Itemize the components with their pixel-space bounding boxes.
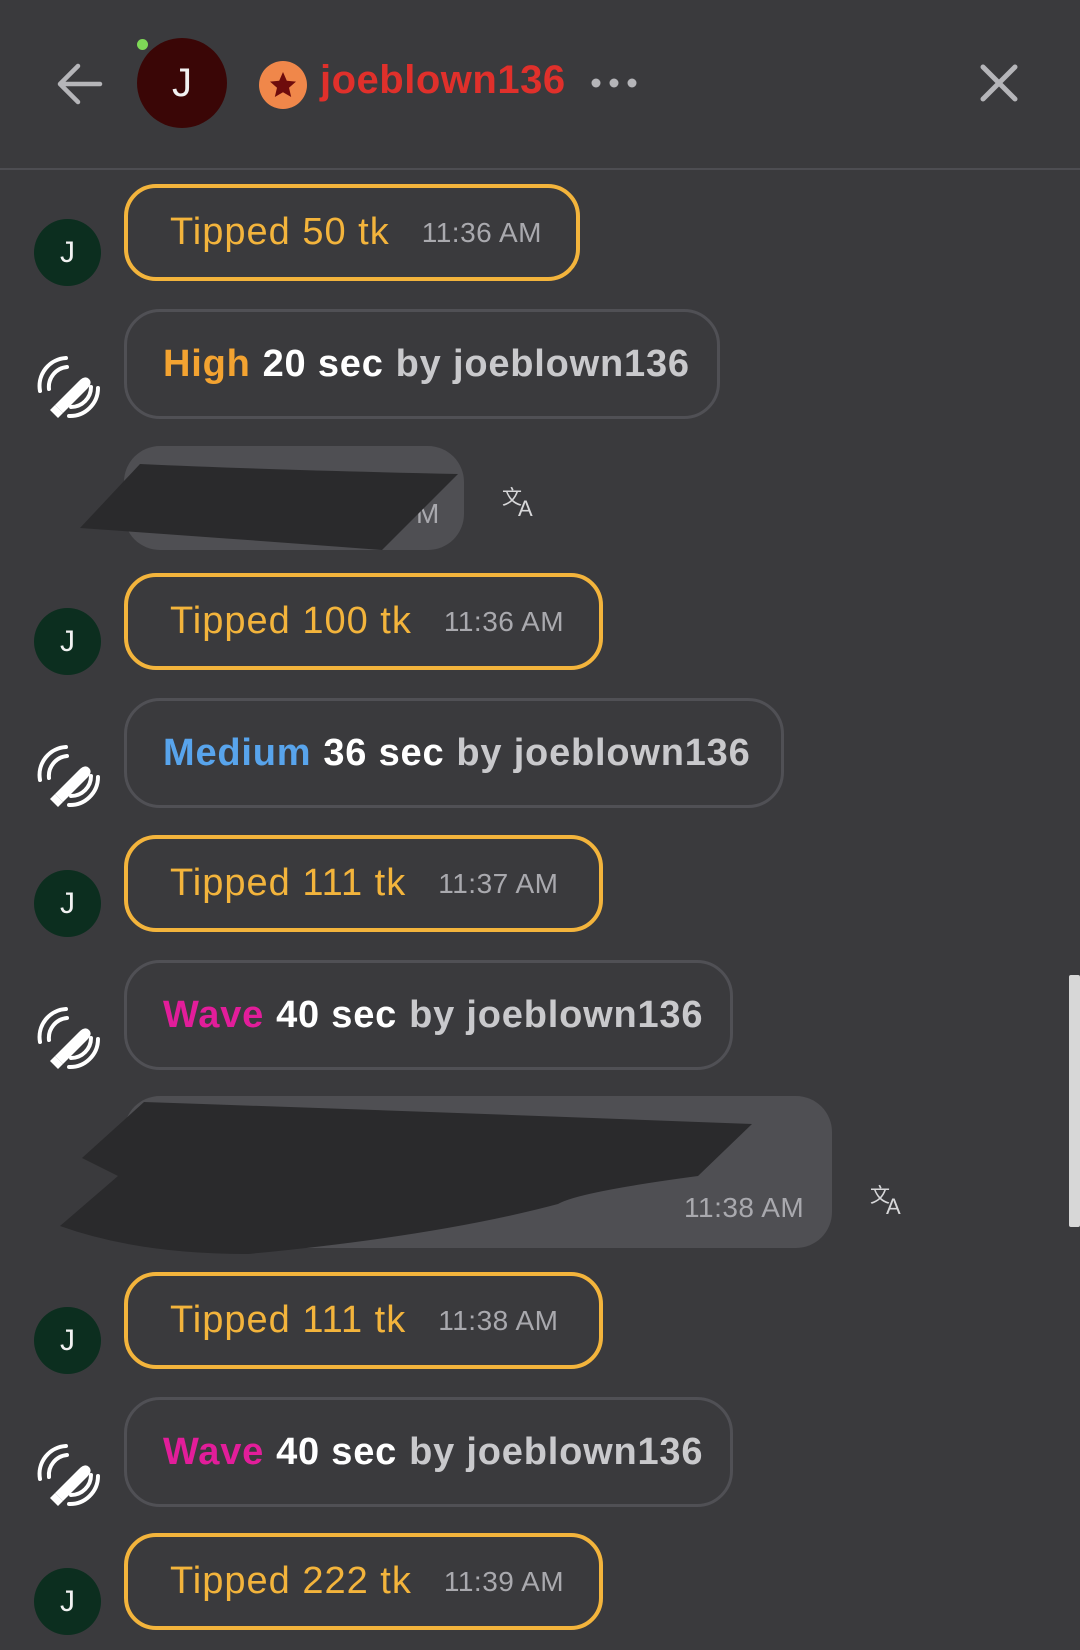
vibration-icon xyxy=(37,356,100,419)
avatar[interactable]: J xyxy=(34,219,101,286)
vibration-duration: 40 sec xyxy=(276,1430,398,1473)
tip-text: Tipped 100 tk xyxy=(170,600,412,642)
tip-bubble: Tipped 111 tk 11:37 AM xyxy=(124,835,603,932)
tip-text: Tipped 50 tk xyxy=(170,211,390,253)
tip-bubble: Tipped 111 tk 11:38 AM xyxy=(124,1272,603,1369)
scrollbar[interactable] xyxy=(1069,975,1080,1227)
vibration-author: by joeblown136 xyxy=(456,731,751,774)
svg-text:A: A xyxy=(518,496,533,520)
vibration-bubble: Medium 36 sec by joeblown136 xyxy=(124,698,784,808)
chat-header: J joeblown136 xyxy=(0,0,1080,170)
close-icon[interactable] xyxy=(978,62,1020,104)
timestamp: 11:37 AM xyxy=(438,867,559,899)
translate-icon[interactable]: 文 A xyxy=(500,480,540,520)
tip-bubble: Tipped 50 tk 11:36 AM xyxy=(124,184,580,281)
tip-text: Tipped 111 tk xyxy=(170,1299,407,1341)
vibration-icon xyxy=(37,1007,100,1070)
translate-icon[interactable]: 文 A xyxy=(868,1178,908,1218)
tip-text: Tipped 222 tk xyxy=(170,1560,412,1602)
redaction-scribble xyxy=(60,1102,752,1254)
more-icon[interactable] xyxy=(590,76,638,90)
avatar[interactable]: J xyxy=(34,1568,101,1635)
timestamp: 11:36 AM xyxy=(421,216,542,248)
vibration-level: Wave xyxy=(163,993,265,1036)
online-status-dot xyxy=(137,39,148,50)
avatar[interactable]: J xyxy=(34,608,101,675)
vibration-icon xyxy=(37,1444,100,1507)
vibration-author: by joeblown136 xyxy=(409,1430,704,1473)
vibration-duration: 40 sec xyxy=(276,993,398,1036)
vibration-author: by joeblown136 xyxy=(409,993,704,1036)
avatar[interactable]: J xyxy=(137,38,227,128)
tip-bubble: Tipped 222 tk 11:39 AM xyxy=(124,1533,603,1630)
vibration-bubble: High 20 sec by joeblown136 xyxy=(124,309,720,419)
vibration-icon xyxy=(37,745,100,808)
vibration-duration: 20 sec xyxy=(262,342,384,385)
vibration-bubble: Wave 40 sec by joeblown136 xyxy=(124,960,733,1070)
username[interactable]: joeblown136 xyxy=(320,58,566,103)
svg-text:A: A xyxy=(886,1194,901,1218)
avatar[interactable]: J xyxy=(34,870,101,937)
redaction-scribble xyxy=(80,464,458,550)
back-arrow-icon[interactable] xyxy=(54,58,106,110)
timestamp: 11:39 AM xyxy=(443,1565,565,1597)
tip-text: Tipped 111 tk xyxy=(170,862,407,904)
vibration-bubble: Wave 40 sec by joeblown136 xyxy=(124,1397,733,1507)
star-badge-icon xyxy=(259,61,307,109)
vibration-duration: 36 sec xyxy=(323,731,445,774)
avatar[interactable]: J xyxy=(34,1307,101,1374)
tip-bubble: Tipped 100 tk 11:36 AM xyxy=(124,573,603,670)
vibration-author: by joeblown136 xyxy=(395,342,690,385)
vibration-level: Wave xyxy=(163,1430,265,1473)
vibration-level: High xyxy=(163,342,251,385)
timestamp: 11:36 AM xyxy=(443,605,565,637)
vibration-level: Medium xyxy=(163,731,312,774)
timestamp: 11:38 AM xyxy=(438,1304,559,1336)
